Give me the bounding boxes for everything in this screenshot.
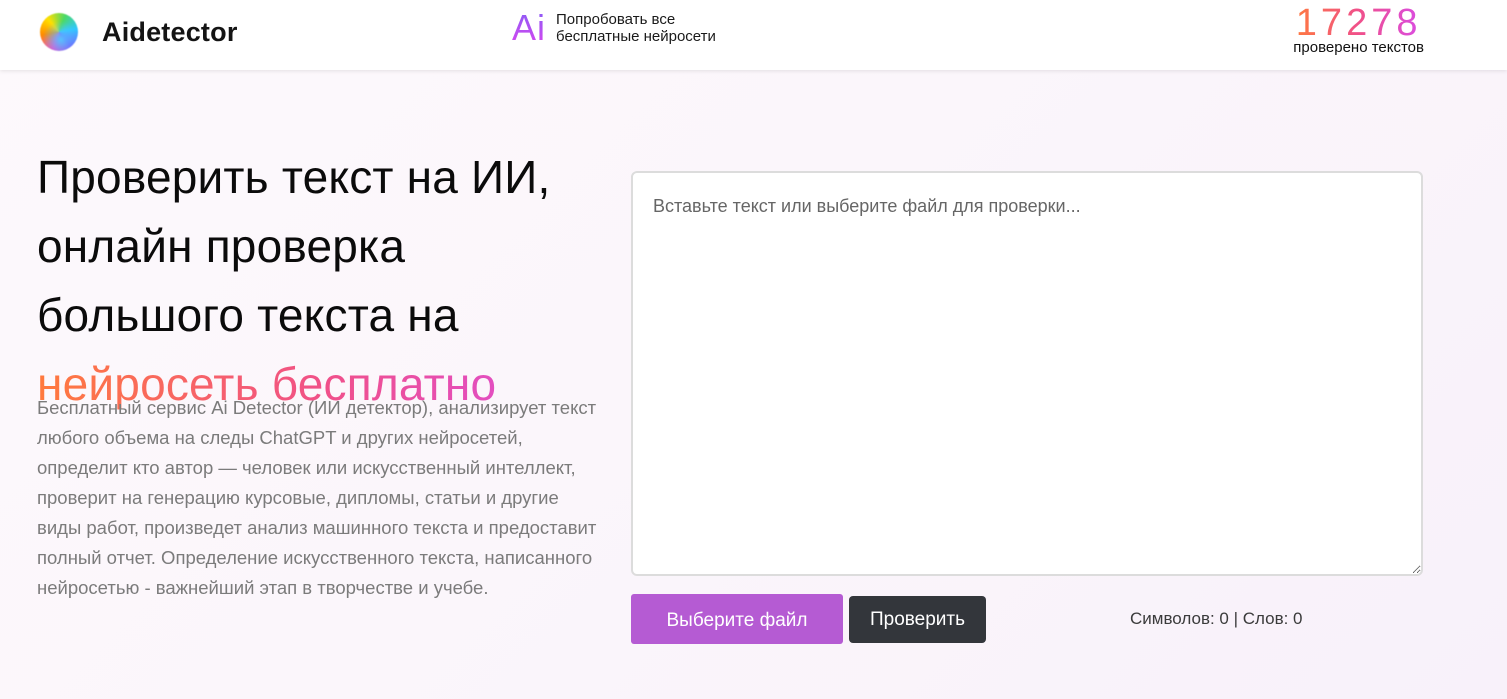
checked-texts-counter: 17278 проверено текстов xyxy=(1293,4,1424,56)
ai-logo-icon: Ai xyxy=(512,7,547,48)
site-header: Aidetector Ai Попробовать все бесплатные… xyxy=(0,0,1507,70)
brand-name: Aidetector xyxy=(102,16,238,47)
check-button[interactable]: Проверить xyxy=(849,596,986,643)
char-word-stats: Символов: 0 | Слов: 0 xyxy=(1130,609,1303,628)
title-line-2: онлайн проверка xyxy=(37,220,406,272)
try-all-ai-line2: бесплатные нейросети xyxy=(556,28,716,45)
choose-file-button[interactable]: Выберите файл xyxy=(631,594,843,644)
try-all-ai-line1: Попробовать все xyxy=(556,11,676,28)
counter-label: проверено текстов xyxy=(1293,39,1424,56)
try-all-ai-link[interactable]: Ai Попробовать все бесплатные нейросети xyxy=(512,10,716,46)
brand-home-link[interactable]: Aidetector xyxy=(40,12,238,52)
title-line-3: большого текста на xyxy=(37,289,459,341)
try-all-ai-text: Попробовать все бесплатные нейросети xyxy=(556,11,716,45)
page-title: Проверить текст на ИИ, онлайн проверка б… xyxy=(37,143,617,419)
counter-value: 17278 xyxy=(1293,4,1424,42)
gradient-orb-logo-icon xyxy=(40,13,78,51)
title-line-1: Проверить текст на ИИ, xyxy=(37,151,551,203)
text-input-area[interactable] xyxy=(631,171,1423,576)
service-description: Бесплатный сервис Ai Detector (ИИ детект… xyxy=(37,397,597,598)
